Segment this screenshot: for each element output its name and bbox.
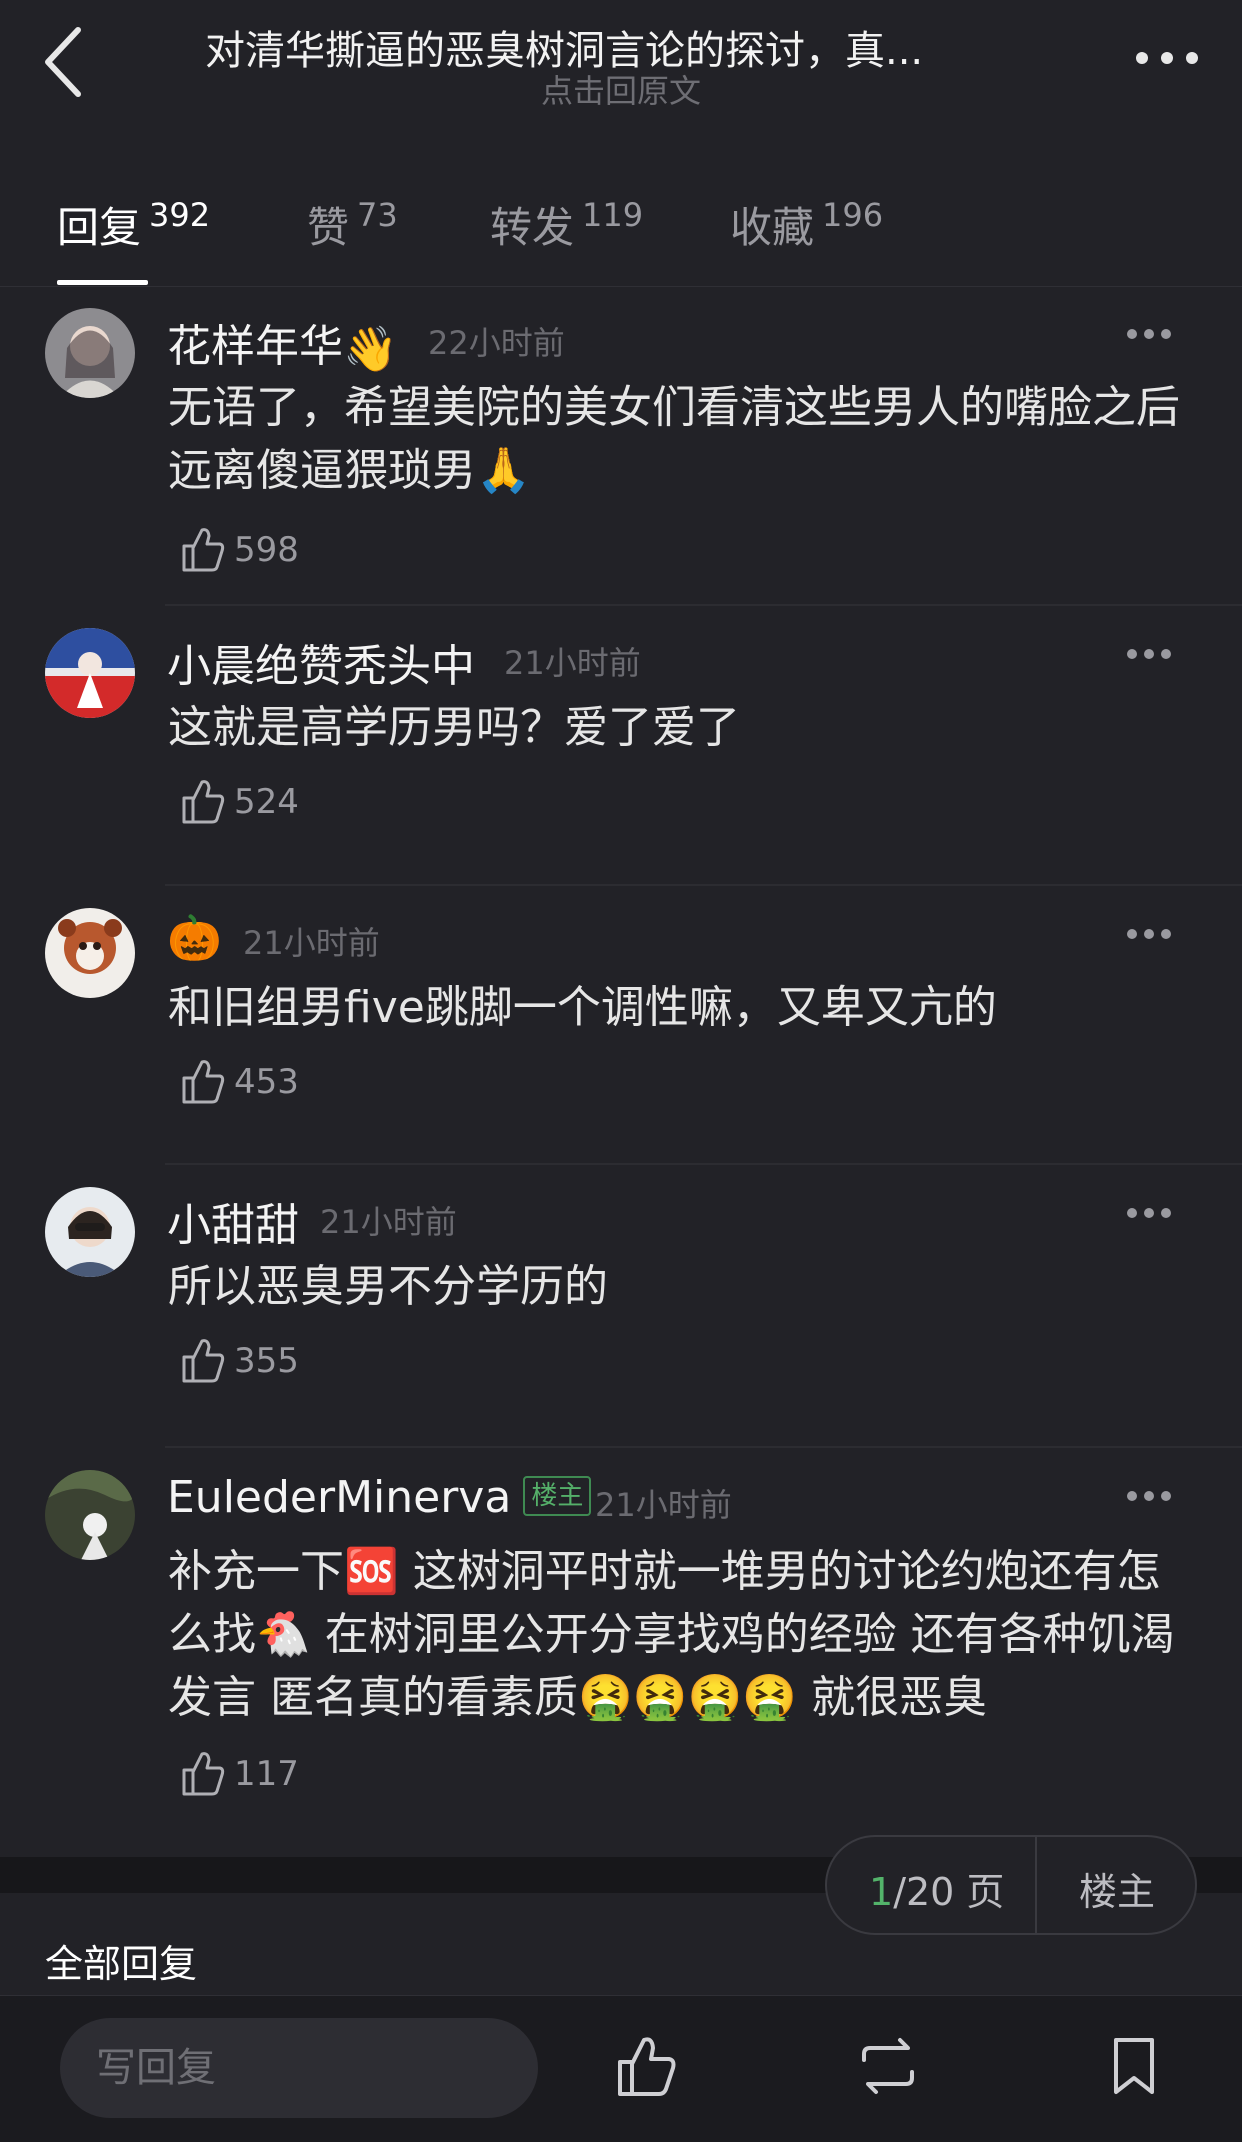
only-op-button[interactable]: 楼主 bbox=[1079, 1861, 1155, 1916]
all-replies-heading: 全部回复 bbox=[45, 1942, 198, 1986]
like-icon[interactable] bbox=[614, 2034, 678, 2098]
comment-item: 小甜甜 21小时前 所以恶臭男不分学历的 355 bbox=[0, 1165, 1242, 1448]
comment-item: 🎃 21小时前 和旧组男five跳脚一个调性嘛，又卑又亢的 453 bbox=[0, 886, 1242, 1165]
tab-replies[interactable]: 回复 392 bbox=[57, 194, 210, 255]
bottom-action-bar: 写回复 bbox=[0, 1995, 1242, 2142]
avatar[interactable] bbox=[45, 908, 135, 998]
pumpkin-emoji: 🎃 bbox=[167, 913, 222, 964]
like-count: 117 bbox=[234, 1754, 299, 1794]
top-nav-bar: 对清华撕逼的恶臭树洞言论的探讨，真... 点击回原文 bbox=[0, 0, 1242, 150]
waving-hand-emoji: 👋 bbox=[343, 324, 398, 375]
tab-reposts[interactable]: 转发 119 bbox=[490, 194, 643, 255]
more-dots-icon[interactable] bbox=[1126, 328, 1172, 340]
comment-list: 花样年华👋 22小时前 无语了，希望美院的美女们看清这些男人的嘴脸之后远离傻逼猥… bbox=[0, 286, 1242, 1868]
tab-likes[interactable]: 赞 73 bbox=[307, 194, 398, 255]
comment-text: 补充一下🆘 这树洞平时就一堆男的讨论约炮还有怎么找🐔 在树洞里公开分享找鸡的经验… bbox=[168, 1546, 1175, 1723]
more-dots-icon[interactable] bbox=[1134, 50, 1200, 66]
like-icon[interactable] bbox=[180, 1335, 226, 1385]
comment-text: 和旧组男five跳脚一个调性嘛，又卑又亢的 bbox=[168, 982, 997, 1033]
username[interactable]: EulederMinerva bbox=[167, 1472, 511, 1523]
like-count: 598 bbox=[234, 530, 299, 570]
tab-bar: 回复 392 赞 73 转发 119 收藏 196 bbox=[0, 150, 1242, 287]
like-count: 524 bbox=[234, 782, 299, 822]
username[interactable]: 🎃 bbox=[167, 910, 222, 964]
username[interactable]: 小晨绝赞秃头中 bbox=[167, 630, 475, 694]
like-count: 453 bbox=[234, 1062, 299, 1102]
comment-text: 这就是高学历男吗？爱了爱了 bbox=[168, 702, 740, 753]
bookmark-icon[interactable] bbox=[1102, 2034, 1166, 2098]
username[interactable]: 花样年华 bbox=[167, 321, 343, 372]
back-to-original-link[interactable]: 点击回原文 bbox=[0, 66, 1242, 112]
page-pager: 1/20 页 楼主 bbox=[825, 1835, 1197, 1935]
comment-time: 21小时前 bbox=[243, 924, 380, 962]
repost-icon[interactable] bbox=[856, 2034, 920, 2098]
comment-time: 22小时前 bbox=[428, 324, 565, 362]
like-icon[interactable] bbox=[180, 1056, 226, 1106]
avatar[interactable] bbox=[45, 1187, 135, 1277]
comment-item: 小晨绝赞秃头中 21小时前 这就是高学历男吗？爱了爱了 524 bbox=[0, 606, 1242, 886]
op-badge: 楼主 bbox=[523, 1476, 592, 1516]
reply-input[interactable]: 写回复 bbox=[60, 2018, 538, 2118]
more-dots-icon[interactable] bbox=[1126, 1490, 1172, 1502]
avatar[interactable] bbox=[45, 308, 135, 398]
username[interactable]: 小甜甜 bbox=[167, 1189, 299, 1253]
like-count: 355 bbox=[234, 1341, 299, 1381]
more-dots-icon[interactable] bbox=[1126, 1207, 1172, 1219]
comment-text: 无语了，希望美院的美女们看清这些男人的嘴脸之后远离傻逼猥琐男🙏 bbox=[168, 382, 1180, 496]
comment-item: EulederMinerva 楼主 21小时前 补充一下🆘 这树洞平时就一堆男的讨… bbox=[0, 1448, 1242, 1868]
comment-time: 21小时前 bbox=[595, 1486, 732, 1524]
more-dots-icon[interactable] bbox=[1126, 648, 1172, 660]
like-icon[interactable] bbox=[180, 524, 226, 574]
tab-favorites[interactable]: 收藏 196 bbox=[730, 194, 883, 255]
like-icon[interactable] bbox=[180, 776, 226, 826]
active-tab-indicator bbox=[57, 280, 148, 285]
like-icon[interactable] bbox=[180, 1748, 226, 1798]
comment-time: 21小时前 bbox=[320, 1203, 457, 1241]
pager-divider bbox=[1035, 1837, 1037, 1933]
comment-text: 所以恶臭男不分学历的 bbox=[168, 1261, 608, 1312]
page-indicator[interactable]: 1/20 页 bbox=[869, 1861, 1004, 1916]
more-dots-icon[interactable] bbox=[1126, 928, 1172, 940]
comment-time: 21小时前 bbox=[504, 644, 641, 682]
avatar[interactable] bbox=[45, 1470, 135, 1560]
comment-item: 花样年华👋 22小时前 无语了，希望美院的美女们看清这些男人的嘴脸之后远离傻逼猥… bbox=[0, 286, 1242, 606]
avatar[interactable] bbox=[45, 628, 135, 718]
